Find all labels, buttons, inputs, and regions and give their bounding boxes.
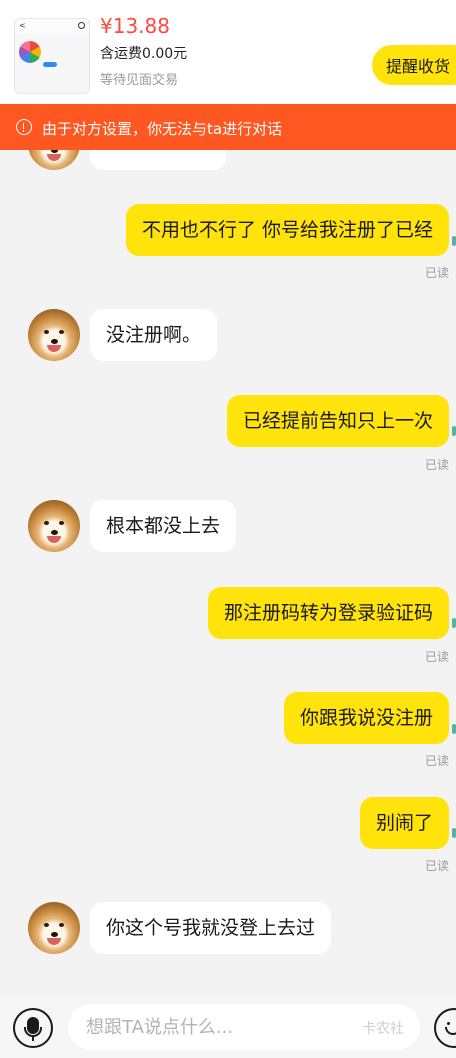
watermark-text: 卡农社 [362, 1021, 404, 1037]
contact-avatar[interactable] [28, 309, 80, 361]
read-receipt: 已读 [424, 458, 449, 472]
read-receipt: 已读 [424, 650, 449, 664]
remind-receipt-button[interactable]: 提醒收货 [372, 45, 456, 85]
product-price: ¥13.88 [100, 14, 170, 38]
app-logo-icon [19, 41, 41, 63]
trade-status: 等待见面交易 [100, 73, 179, 88]
bubble-edge-mark [452, 724, 456, 734]
bubble-edge-mark [452, 236, 456, 246]
product-thumbnail[interactable]: < [14, 18, 90, 94]
back-arrow-icon: < [19, 21, 26, 30]
message-input-bar: 卡农社 [0, 996, 456, 1058]
contact-avatar[interactable] [28, 500, 80, 552]
microphone-icon[interactable] [13, 1008, 53, 1048]
message-bubble-outgoing[interactable]: 你跟我说没注册 [283, 692, 449, 744]
product-card[interactable]: < ¥13.88 含运费0.00元 等待见面交易 提醒收货 [0, 0, 456, 104]
banner-text: 由于对方设置，你无法与ta进行对话 [42, 120, 283, 138]
target-icon [78, 22, 85, 29]
shipping-fee: 含运费0.00元 [100, 46, 188, 62]
read-receipt: 已读 [424, 266, 449, 280]
message-bubble-incoming[interactable]: 你这个号我就没登上去过 [90, 902, 332, 954]
message-bubble-outgoing[interactable]: 已经提前告知只上一次 [226, 395, 449, 447]
bubble-edge-mark [452, 618, 456, 628]
read-receipt: 已读 [424, 754, 449, 768]
bubble-edge-mark [452, 426, 456, 436]
bubble-edge-mark [452, 828, 456, 838]
read-receipt: 已读 [424, 859, 449, 873]
chat-restricted-banner: 由于对方设置，你无法与ta进行对话 [0, 104, 456, 150]
warning-circle-icon [16, 119, 32, 135]
message-bubble-outgoing[interactable]: 那注册码转为登录验证码 [207, 587, 449, 639]
message-bubble-incoming[interactable]: 没注册啊。 [90, 309, 218, 361]
emoji-icon[interactable] [434, 1008, 456, 1048]
contact-avatar[interactable] [28, 902, 80, 954]
message-bubble-outgoing[interactable]: 不用也不行了 你号给我注册了已经 [125, 204, 449, 256]
message-bubble-incoming[interactable]: 根本都没上去 [90, 500, 237, 552]
message-bubble-outgoing[interactable]: 别闹了 [359, 797, 449, 849]
